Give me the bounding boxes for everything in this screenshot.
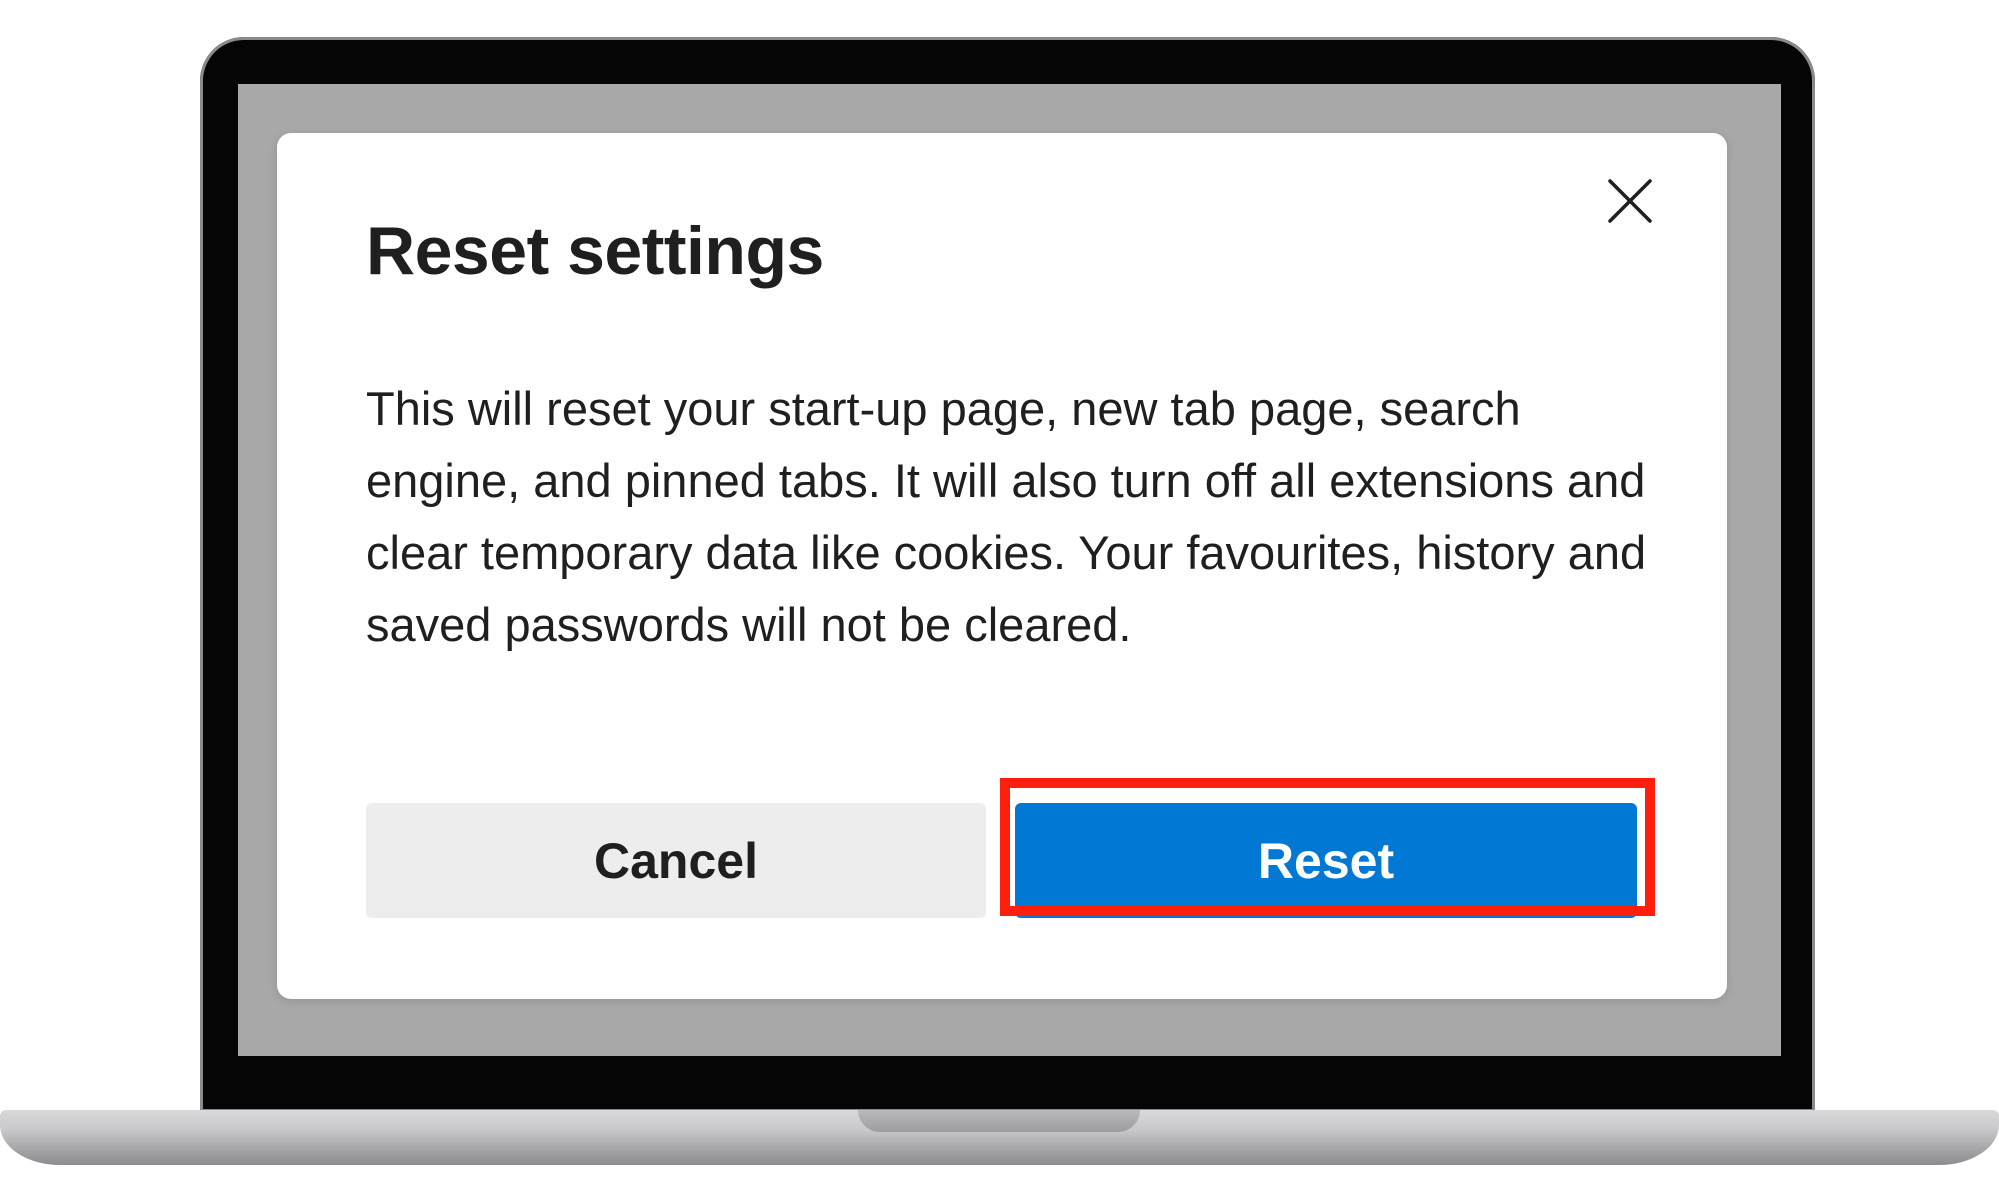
laptop-base-notch — [858, 1110, 1140, 1132]
reset-button[interactable]: Reset — [1015, 803, 1637, 918]
laptop-screen: Reset settings This will reset your star… — [238, 84, 1781, 1056]
laptop-mockup: Reset settings This will reset your star… — [0, 0, 1999, 1200]
close-button[interactable] — [1602, 173, 1658, 229]
reset-settings-dialog: Reset settings This will reset your star… — [277, 133, 1727, 999]
laptop-lid: Reset settings This will reset your star… — [200, 37, 1815, 1112]
cancel-button[interactable]: Cancel — [366, 803, 986, 918]
dialog-title: Reset settings — [366, 213, 824, 289]
close-icon — [1608, 179, 1652, 223]
dialog-description: This will reset your start-up page, new … — [366, 382, 1647, 651]
